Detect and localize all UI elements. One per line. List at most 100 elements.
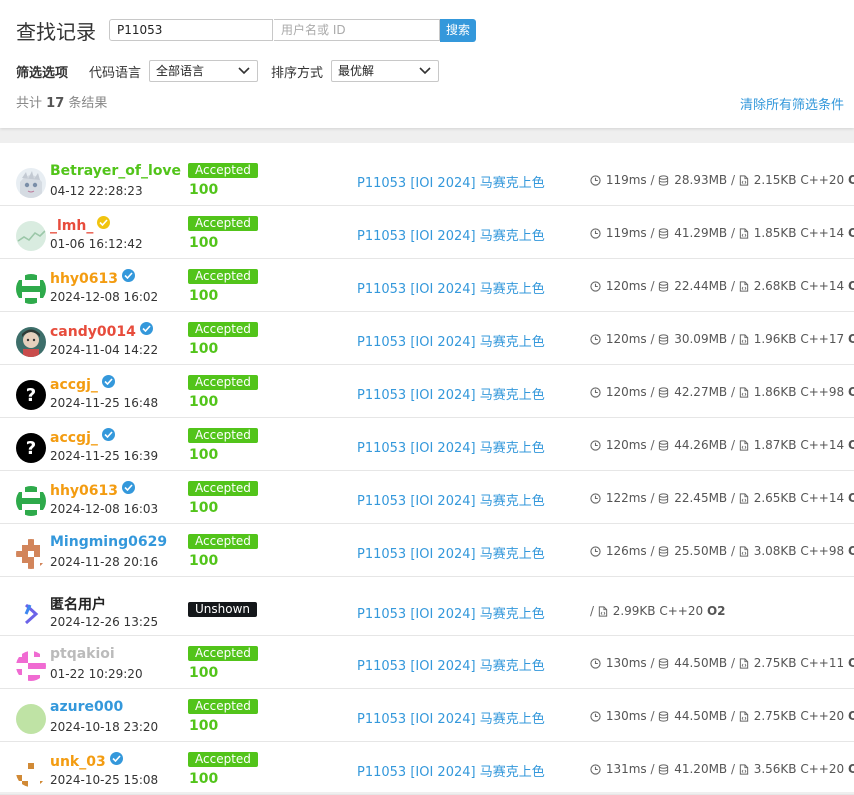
sort-select[interactable]: 最优解 — [331, 60, 439, 82]
clock-icon — [590, 387, 601, 398]
svg-text:?: ? — [26, 438, 36, 459]
username-link[interactable]: Betrayer_of_love — [50, 163, 181, 179]
svg-text:?: ? — [26, 385, 36, 406]
check-icon — [142, 325, 151, 332]
problem-link[interactable]: P11053 [IOI 2024] 马赛克上色 — [357, 543, 545, 562]
status-badge[interactable]: Accepted — [188, 534, 258, 549]
score: 100 — [189, 235, 219, 251]
problem-link[interactable]: P11053 [IOI 2024] 马赛克上色 — [357, 225, 545, 244]
problem-link[interactable]: P11053 [IOI 2024] 马赛克上色 — [357, 655, 545, 674]
username-link[interactable]: accgj_ — [50, 375, 115, 393]
record-row: hhy0613 2024-12-08 16:03 Accepted 100 P11053… — [0, 471, 854, 524]
score: 100 — [189, 394, 219, 410]
status-badge[interactable]: Accepted — [188, 699, 258, 714]
search-button[interactable]: 搜索 — [440, 19, 476, 42]
submit-time: 04-12 22:28:23 — [50, 184, 143, 198]
clock-icon — [590, 281, 601, 292]
username-link[interactable]: _lmh_ — [50, 216, 111, 234]
username-link[interactable]: azure000 — [50, 699, 123, 715]
submit-time: 2024-10-25 15:08 — [50, 773, 159, 787]
problem-link[interactable]: P11053 [IOI 2024] 马赛克上色 — [357, 331, 545, 350]
result-count-number: 17 — [46, 96, 65, 111]
username-link[interactable]: accgj_ — [50, 428, 115, 446]
user-avatar[interactable] — [16, 327, 46, 357]
submit-time: 2024-12-26 13:25 — [50, 615, 159, 629]
user-avatar[interactable]: ? — [16, 380, 46, 410]
memory-used: 44.50MB — [674, 709, 728, 723]
username: accgj_ — [50, 430, 98, 446]
chevron-down-icon — [238, 67, 250, 75]
problem-link[interactable]: P11053 [IOI 2024] 马赛克上色 — [357, 172, 545, 191]
status-badge[interactable]: Accepted — [188, 428, 258, 443]
time-used: 130ms — [605, 656, 647, 670]
database-icon — [659, 711, 669, 722]
user-avatar[interactable] — [16, 274, 46, 304]
submission-stats: 126ms / 25.50MB / 3.08KB C++98 O2 — [590, 544, 854, 558]
score: 100 — [189, 500, 219, 516]
submit-time: 01-22 10:29:20 — [50, 667, 143, 681]
status-badge[interactable]: Accepted — [188, 375, 258, 390]
problem-link[interactable]: P11053 [IOI 2024] 马赛克上色 — [357, 384, 545, 403]
username-link[interactable]: hhy0613 — [50, 269, 136, 287]
memory-used: 44.50MB — [674, 656, 728, 670]
database-icon — [659, 440, 669, 451]
clock-icon — [590, 440, 601, 451]
problem-id-input[interactable] — [109, 19, 273, 41]
user-avatar[interactable] — [16, 757, 46, 787]
username-link[interactable]: candy0014 — [50, 322, 153, 340]
code-size: 2.75KB — [753, 709, 797, 723]
status-badge[interactable]: Accepted — [188, 646, 258, 661]
submit-time: 01-06 16:12:42 — [50, 237, 143, 251]
file-code-icon — [739, 334, 749, 345]
language: C++14 — [800, 438, 845, 452]
username: ptqakioi — [50, 646, 115, 662]
problem-link[interactable]: P11053 [IOI 2024] 马赛克上色 — [357, 278, 545, 297]
status-badge[interactable]: Accepted — [188, 322, 258, 337]
database-icon — [659, 175, 669, 186]
problem-link[interactable]: P11053 [IOI 2024] 马赛克上色 — [357, 490, 545, 509]
submission-stats: 130ms / 44.50MB / 2.75KB C++11 O2 — [590, 656, 854, 670]
page-title: 查找记录 — [16, 20, 96, 44]
status-badge[interactable]: Accepted — [188, 752, 258, 767]
clear-filters-link[interactable]: 清除所有筛选条件 — [740, 94, 844, 113]
username-link[interactable]: unk_03 — [50, 752, 123, 770]
file-code-icon — [739, 440, 749, 451]
status-badge[interactable]: Accepted — [188, 481, 258, 496]
user-avatar[interactable] — [16, 221, 46, 251]
clock-icon — [590, 493, 601, 504]
o2-flag: O2 — [847, 491, 854, 505]
o2-flag: O2 — [847, 438, 854, 452]
problem-link[interactable]: P11053 [IOI 2024] 马赛克上色 — [357, 761, 545, 780]
user-avatar[interactable] — [16, 651, 46, 681]
database-icon — [659, 764, 669, 775]
status-badge[interactable]: Accepted — [188, 269, 258, 284]
username-link[interactable]: Mingming0629 — [50, 534, 167, 550]
clock-icon — [590, 334, 601, 345]
user-avatar[interactable] — [16, 168, 46, 198]
language-select[interactable]: 全部语言 — [149, 60, 258, 82]
time-used: 119ms — [605, 173, 647, 187]
language: C++11 — [800, 656, 845, 670]
score: 100 — [189, 665, 219, 681]
submit-time: 2024-10-18 23:20 — [50, 720, 159, 734]
problem-link[interactable]: P11053 [IOI 2024] 马赛克上色 — [357, 437, 545, 456]
problem-link[interactable]: P11053 [IOI 2024] 马赛克上色 — [357, 603, 545, 622]
username-link[interactable]: ptqakioi — [50, 646, 115, 662]
submission-stats: 120ms / 44.26MB / 1.87KB C++14 O2 — [590, 438, 854, 452]
database-icon — [659, 658, 669, 669]
problem-link[interactable]: P11053 [IOI 2024] 马赛克上色 — [357, 708, 545, 727]
username-link[interactable]: hhy0613 — [50, 481, 136, 499]
status-badge[interactable]: Accepted — [188, 216, 258, 231]
user-avatar[interactable] — [16, 599, 46, 629]
code-size: 2.65KB — [753, 491, 797, 505]
status-badge[interactable]: Accepted — [188, 163, 258, 178]
code-size: 2.68KB — [753, 279, 797, 293]
user-search-input[interactable] — [274, 19, 440, 41]
user-avatar[interactable] — [16, 539, 46, 569]
user-avatar[interactable] — [16, 486, 46, 516]
user-avatar[interactable] — [16, 704, 46, 734]
user-avatar[interactable]: ? — [16, 433, 46, 463]
status-badge[interactable]: Unshown — [188, 602, 258, 617]
username-link[interactable]: 匿名用户 — [50, 594, 106, 614]
language: C++14 — [800, 491, 845, 505]
